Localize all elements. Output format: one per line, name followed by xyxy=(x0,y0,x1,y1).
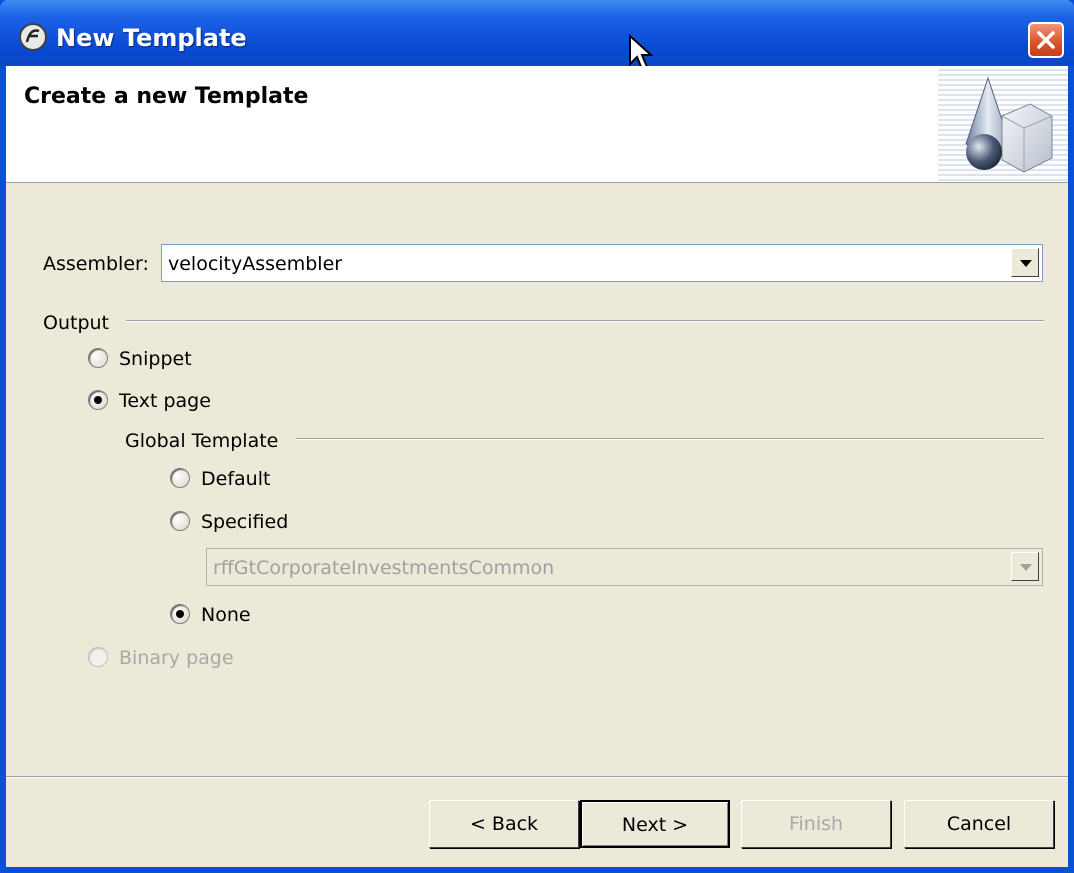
assembler-label: Assembler: xyxy=(43,253,149,275)
binary-page-radio xyxy=(88,647,108,667)
text-page-label[interactable]: Text page xyxy=(119,390,211,412)
finish-button: Finish xyxy=(741,800,891,848)
window-title: New Template xyxy=(56,24,247,52)
output-group-label: Output xyxy=(43,312,109,334)
next-button[interactable]: Next > xyxy=(580,800,730,848)
title-bar[interactable]: New Template xyxy=(0,0,1074,71)
text-page-radio[interactable] xyxy=(88,390,108,410)
global-template-group-label: Global Template xyxy=(125,430,279,452)
app-logo-icon xyxy=(18,22,48,52)
new-template-dialog: New Template Create a new Template Assem… xyxy=(0,0,1074,873)
assembler-value: velocityAssembler xyxy=(168,253,343,275)
specified-template-select: rffGtCorporateInvestmentsCommon xyxy=(206,548,1043,586)
assembler-select[interactable]: velocityAssembler xyxy=(161,244,1043,282)
specified-radio[interactable] xyxy=(170,511,190,531)
shapes-wizard-icon xyxy=(958,72,1054,180)
specified-label[interactable]: Specified xyxy=(201,511,288,533)
chevron-down-icon[interactable] xyxy=(1011,248,1039,277)
snippet-radio[interactable] xyxy=(88,348,108,368)
page-title: Create a new Template xyxy=(24,84,309,109)
snippet-label[interactable]: Snippet xyxy=(119,348,192,370)
chevron-down-icon xyxy=(1011,552,1039,581)
back-button[interactable]: < Back xyxy=(429,800,579,848)
default-radio[interactable] xyxy=(170,468,190,488)
wizard-banner: Create a new Template xyxy=(6,66,1068,183)
specified-template-value: rffGtCorporateInvestmentsCommon xyxy=(213,557,555,579)
default-label[interactable]: Default xyxy=(201,468,270,490)
output-group-divider xyxy=(126,320,1044,322)
close-icon xyxy=(1037,31,1055,49)
close-button[interactable] xyxy=(1028,22,1064,58)
none-label[interactable]: None xyxy=(201,604,251,626)
cancel-button[interactable]: Cancel xyxy=(904,800,1054,848)
global-template-group-divider xyxy=(296,438,1044,440)
binary-page-label: Binary page xyxy=(119,647,234,669)
none-radio[interactable] xyxy=(170,604,190,624)
footer-divider xyxy=(6,776,1068,778)
